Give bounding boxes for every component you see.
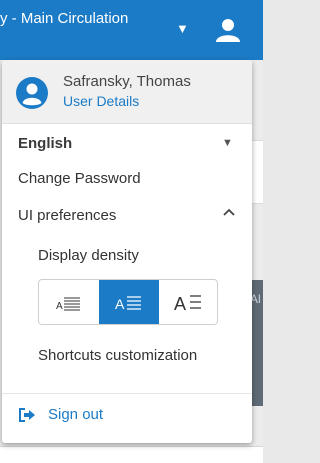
user-header: Safransky, Thomas User Details [2,60,252,124]
background-footer [0,446,263,463]
density-compact-icon: A [56,297,80,312]
sign-out-icon[interactable] [18,407,36,423]
menu-divider [2,393,252,394]
user-circle-icon [16,77,48,109]
user-details-link[interactable]: User Details [63,93,139,109]
user-menu-dropdown: Safransky, Thomas User Details English ▼… [2,60,252,443]
library-title[interactable]: y - Main Circulation [0,10,128,27]
sign-out-item[interactable]: Sign out [48,406,103,423]
density-default-button[interactable]: A [99,280,159,324]
change-password-item[interactable]: Change Password [18,170,141,187]
density-default-glyph: A [115,296,125,312]
ui-preferences-toggle[interactable]: UI preferences [18,207,116,224]
density-comfortable-icon: A [174,294,201,313]
caret-down-icon[interactable]: ▼ [176,21,189,36]
shortcuts-customization-item[interactable]: Shortcuts customization [38,347,197,364]
user-name: Safransky, Thomas [63,73,191,90]
user-icon[interactable] [215,18,241,42]
density-comfortable-button[interactable]: A [159,280,217,324]
top-app-bar: y - Main Circulation ▼ [0,0,263,60]
chevron-up-icon[interactable] [222,206,236,218]
display-density-selector: A A A [38,279,218,325]
caret-down-icon[interactable]: ▼ [222,137,233,149]
density-compact-button[interactable]: A [39,280,99,324]
density-comfortable-glyph: A [174,294,186,313]
density-default-icon: A [115,296,141,312]
language-select[interactable]: English [18,135,72,152]
density-compact-glyph: A [56,301,63,312]
display-density-label: Display density [38,247,139,264]
